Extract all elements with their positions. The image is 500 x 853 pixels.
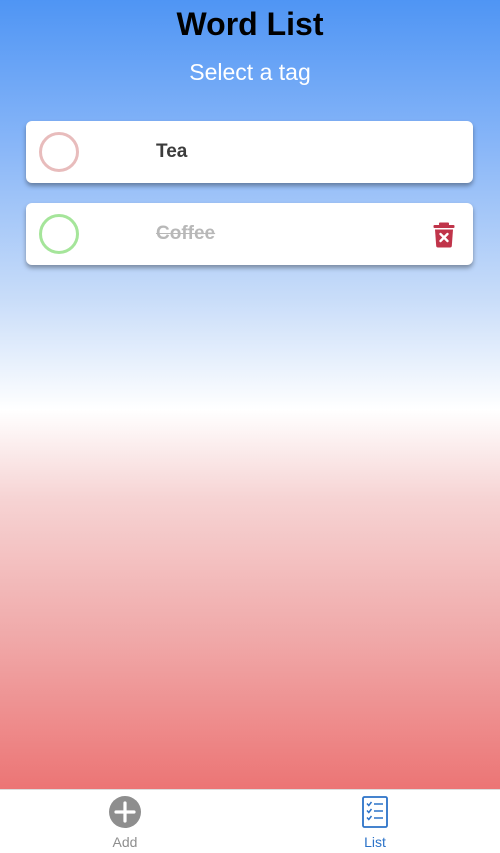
tab-add-label: Add <box>112 834 138 850</box>
gradient-background <box>0 0 500 789</box>
tab-bar: Add List <box>0 789 500 853</box>
checklist-icon <box>362 796 388 828</box>
page-title: Word List <box>176 6 324 42</box>
list-item[interactable]: Tea <box>26 121 473 183</box>
header: Word List Select a tag <box>0 0 500 86</box>
trash-icon[interactable] <box>433 222 455 248</box>
plus-circle-icon <box>109 796 141 828</box>
tab-add[interactable]: Add <box>0 790 250 853</box>
word-list: Tea Coffee <box>26 121 473 285</box>
word-label: Coffee <box>156 223 216 244</box>
toggle-circle[interactable] <box>39 214 79 254</box>
word-label: Tea <box>156 141 188 162</box>
list-item[interactable]: Coffee <box>26 203 473 265</box>
tab-list-label: List <box>364 834 386 850</box>
word-list-screen: Word List Select a tag Tea Coffee Add Li… <box>0 0 500 853</box>
tab-list[interactable]: List <box>250 790 500 853</box>
page-subtitle: Select a tag <box>189 59 311 85</box>
toggle-circle[interactable] <box>39 132 79 172</box>
